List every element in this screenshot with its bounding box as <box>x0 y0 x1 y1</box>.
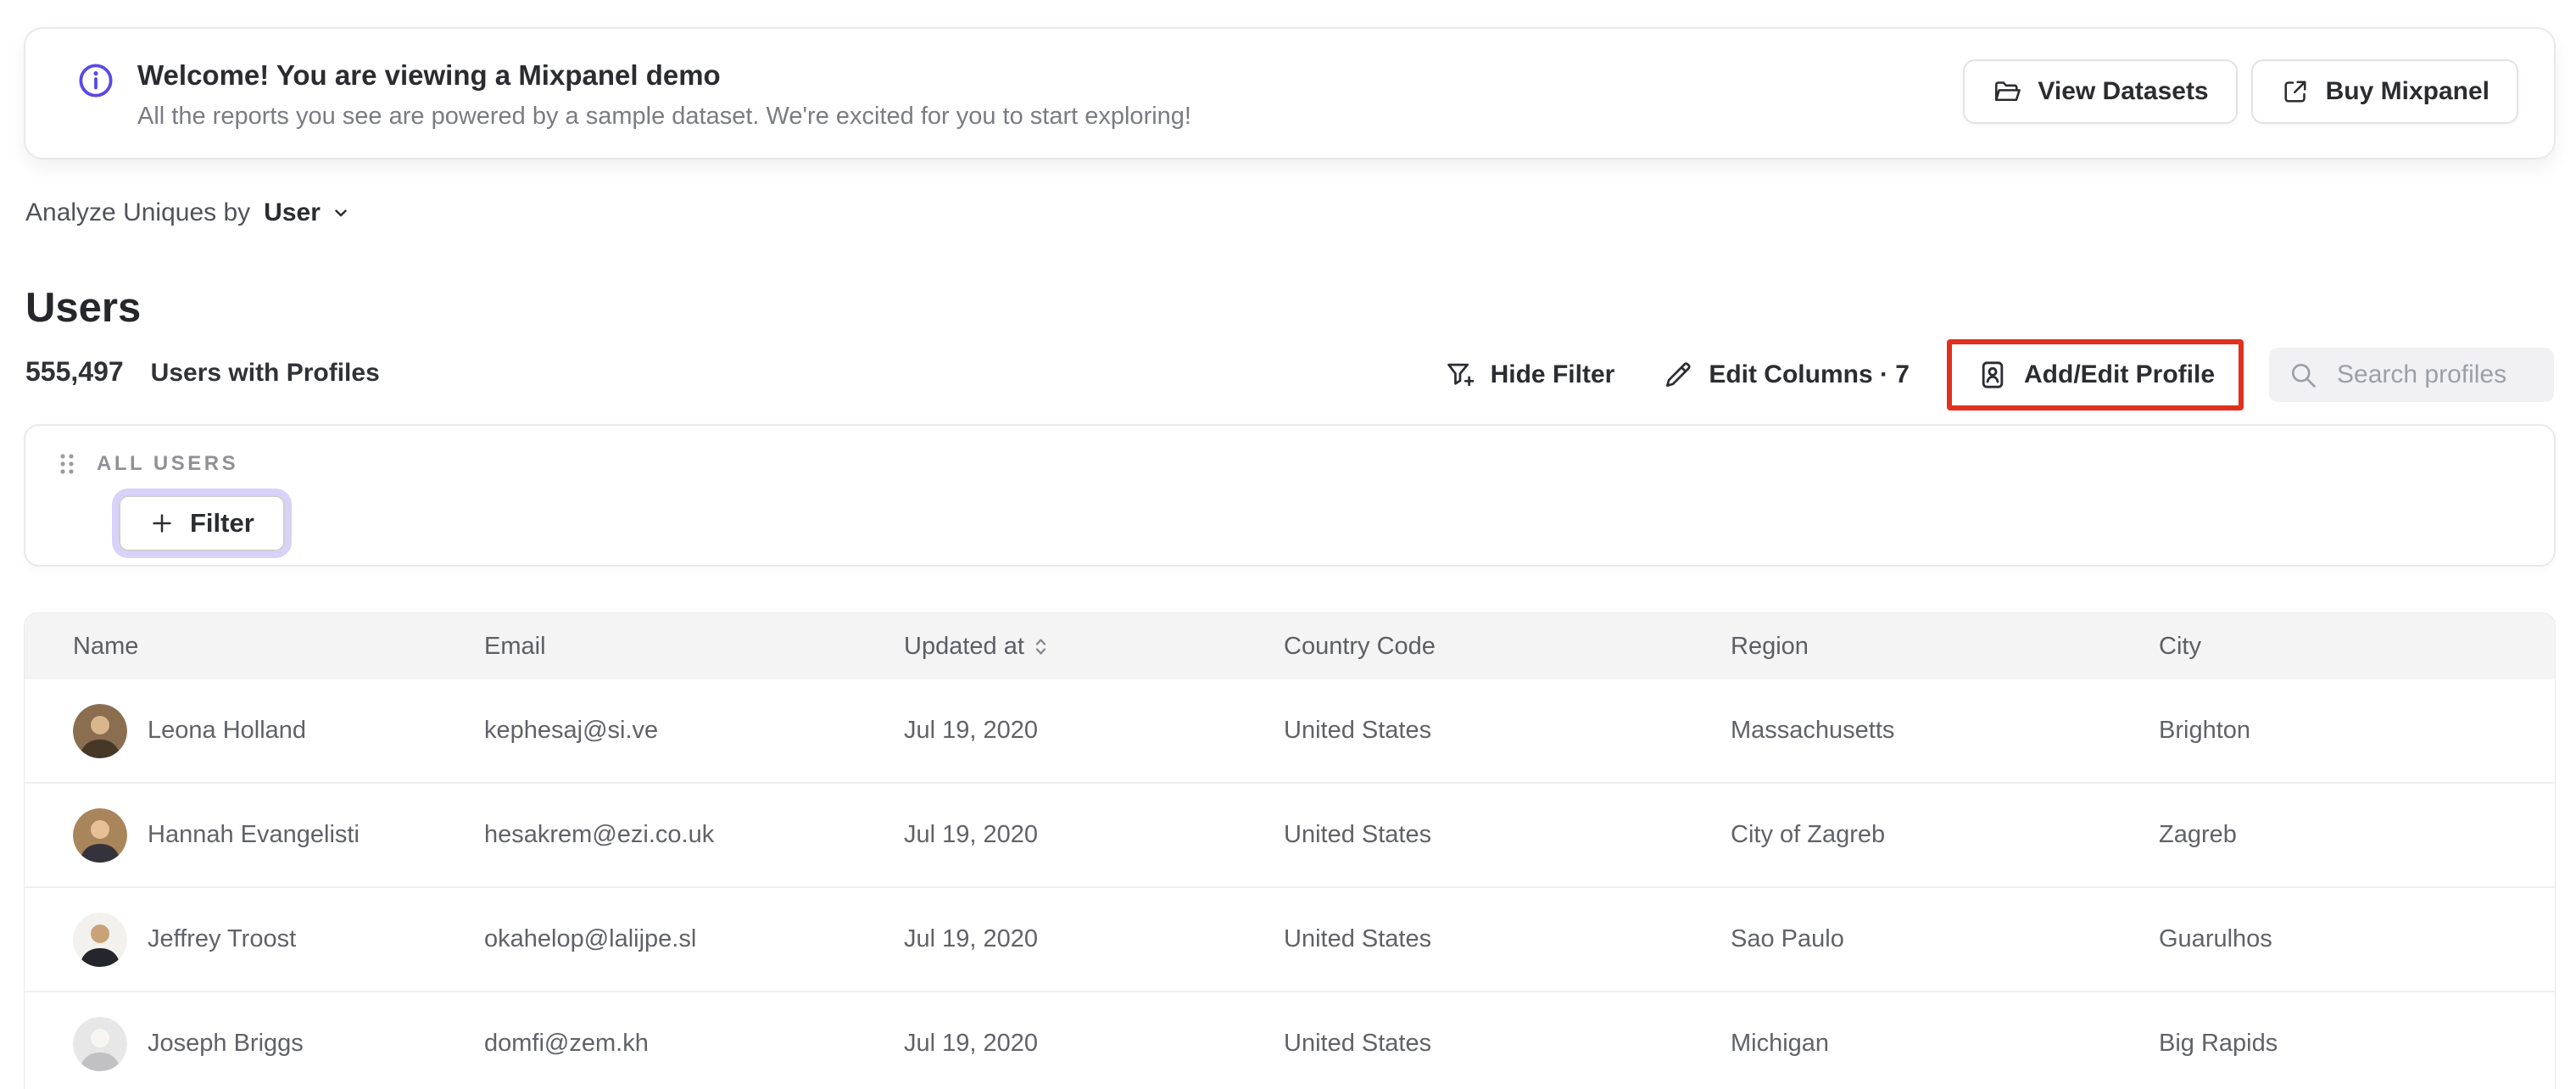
table-row[interactable]: Hannah Evangelisti hesakrem@ezi.co.uk Ju… <box>25 784 2555 888</box>
user-name: Jeffrey Troost <box>148 925 297 952</box>
user-updated-at: Jul 19, 2020 <box>904 1030 1039 1057</box>
user-country-code: United States <box>1284 717 1432 744</box>
user-email: hesakrem@ezi.co.uk <box>484 821 715 848</box>
column-header-city: City <box>2159 632 2201 660</box>
user-city: Zagreb <box>2159 821 2237 848</box>
name-cell: Jeffrey Troost <box>73 912 484 967</box>
profiles-count-label: Users with Profiles <box>150 359 380 387</box>
column-header-email: Email <box>484 632 546 660</box>
add-edit-profile-button[interactable]: Add/Edit Profile <box>1976 358 2215 392</box>
user-city: Big Rapids <box>2159 1030 2278 1057</box>
user-name: Hannah Evangelisti <box>148 821 360 848</box>
user-region: Sao Paulo <box>1731 925 1844 952</box>
user-country-code: United States <box>1284 821 1432 848</box>
hide-filter-label: Hide Filter <box>1490 360 1615 388</box>
buy-mixpanel-label: Buy Mixpanel <box>2325 77 2490 105</box>
external-link-icon <box>2280 76 2311 107</box>
filter-button-focus-ring: Filter <box>112 489 292 558</box>
add-filter-button[interactable]: Filter <box>119 495 285 551</box>
funnel-plus-icon <box>1444 359 1476 391</box>
column-header-name: Name <box>73 632 139 660</box>
analyze-by-value: User <box>264 198 321 226</box>
profiles-count: 555,497 <box>25 356 124 387</box>
avatar <box>73 912 127 967</box>
sort-icon <box>1034 635 1047 658</box>
edit-columns-label: Edit Columns · 7 <box>1709 360 1910 388</box>
user-email: kephesaj@si.ve <box>484 717 659 744</box>
user-name: Joseph Briggs <box>148 1030 304 1057</box>
view-datasets-button[interactable]: View Datasets <box>1963 59 2238 124</box>
table-row[interactable]: Leona Holland kephesaj@si.ve Jul 19, 202… <box>25 679 2555 784</box>
search-icon <box>2288 360 2318 390</box>
user-city: Brighton <box>2159 717 2251 744</box>
table-row[interactable]: Joseph Briggs domfi@zem.kh Jul 19, 2020 … <box>25 992 2555 1089</box>
hide-filter-button[interactable]: Hide Filter <box>1444 359 1615 391</box>
column-header-updated-at-label: Updated at <box>904 632 1024 660</box>
buy-mixpanel-button[interactable]: Buy Mixpanel <box>2250 59 2518 124</box>
user-country-code: United States <box>1284 1030 1432 1057</box>
column-header-country-code: Country Code <box>1284 632 1436 660</box>
user-name: Leona Holland <box>148 717 307 744</box>
user-updated-at: Jul 19, 2020 <box>904 925 1039 952</box>
column-header-updated-at[interactable]: Updated at <box>904 633 1284 661</box>
search-profiles-box[interactable] <box>2269 348 2554 402</box>
plus-icon <box>149 511 175 536</box>
avatar <box>73 1016 127 1071</box>
table-header-row: Name Email Updated at Country Code Regio… <box>25 613 2555 679</box>
name-cell: Hannah Evangelisti <box>73 807 484 863</box>
folder-icon <box>1992 76 2022 107</box>
user-country-code: United States <box>1284 925 1432 952</box>
view-datasets-label: View Datasets <box>2038 77 2209 105</box>
analyze-label: Analyze Uniques by <box>25 198 251 226</box>
filter-group-header: ALL USERS <box>58 451 2554 477</box>
chevron-down-icon <box>331 203 351 223</box>
avatar <box>73 703 127 758</box>
banner-title: Welcome! You are viewing a Mixpanel demo <box>137 59 721 91</box>
profile-card-icon <box>1976 358 2010 392</box>
user-city: Guarulhos <box>2159 925 2272 952</box>
table-row[interactable]: Jeffrey Troost okahelop@lalijpe.sl Jul 1… <box>25 888 2555 992</box>
user-email: domfi@zem.kh <box>484 1030 649 1057</box>
drag-handle-icon[interactable] <box>58 451 76 477</box>
avatar <box>73 807 127 863</box>
user-updated-at: Jul 19, 2020 <box>904 821 1039 848</box>
name-cell: Joseph Briggs <box>73 1016 484 1071</box>
column-header-region: Region <box>1731 632 1809 660</box>
filter-group-label: ALL USERS <box>97 452 239 475</box>
users-table: Name Email Updated at Country Code Regio… <box>24 612 2556 1089</box>
banner-text: Welcome! You are viewing a Mixpanel demo… <box>137 58 1963 131</box>
user-region: Massachusetts <box>1731 717 1895 744</box>
toolbar: Hide Filter Edit Columns · 7 Add/Edit Pr… <box>1444 339 2554 410</box>
page-title: Users <box>25 284 142 331</box>
info-icon <box>76 61 115 100</box>
filter-panel: ALL USERS Filter <box>24 424 2556 567</box>
user-region: Michigan <box>1731 1030 1830 1057</box>
search-profiles-input[interactable] <box>2335 360 2535 390</box>
analyze-by-select[interactable]: User <box>264 198 351 227</box>
annotation-highlight-box: Add/Edit Profile <box>1947 339 2244 410</box>
add-filter-label: Filter <box>190 508 254 538</box>
welcome-banner: Welcome! You are viewing a Mixpanel demo… <box>24 27 2556 159</box>
edit-columns-button[interactable]: Edit Columns · 7 <box>1662 359 1910 391</box>
name-cell: Leona Holland <box>73 703 484 758</box>
user-updated-at: Jul 19, 2020 <box>904 717 1039 744</box>
user-region: City of Zagreb <box>1731 821 1886 848</box>
add-edit-profile-label: Add/Edit Profile <box>2024 360 2215 388</box>
user-email: okahelop@lalijpe.sl <box>484 925 697 952</box>
pencil-icon <box>1662 359 1694 391</box>
analyze-row: Analyze Uniques by User <box>25 198 351 227</box>
banner-subtitle: All the reports you see are powered by a… <box>137 103 1191 131</box>
stats-row: 555,497 Users with Profiles <box>25 356 380 388</box>
banner-buttons: View Datasets Buy Mixpanel <box>1963 59 2518 124</box>
